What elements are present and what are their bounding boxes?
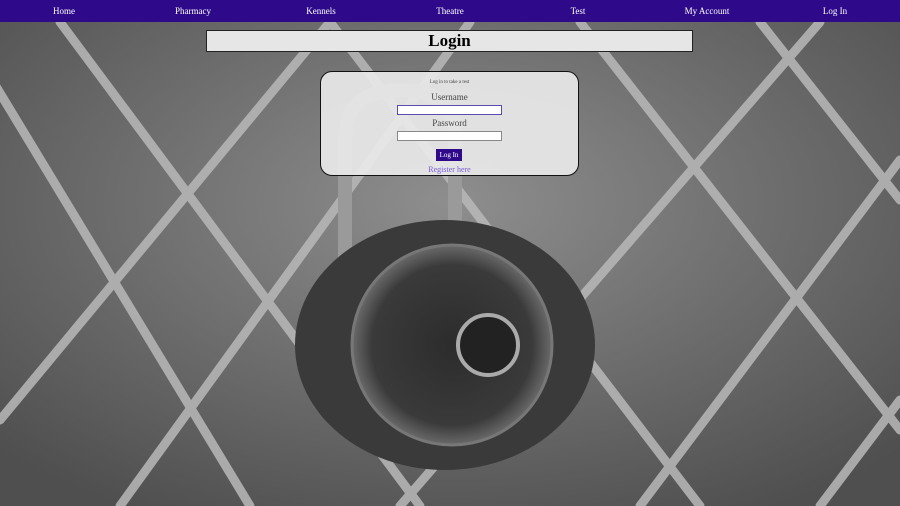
login-button[interactable]: Log In (436, 149, 462, 161)
login-hint: Log in to take a test (429, 80, 470, 85)
nav-pharmacy[interactable]: Pharmacy (175, 0, 211, 22)
username-label: Username (431, 92, 468, 102)
nav-theatre[interactable]: Theatre (436, 0, 463, 22)
register-link[interactable]: Register here (321, 165, 578, 174)
password-label: Password (432, 118, 467, 128)
nav-kennels[interactable]: Kennels (306, 0, 336, 22)
nav-log-in[interactable]: Log In (823, 0, 847, 22)
nav-my-account[interactable]: My Account (685, 0, 730, 22)
nav-test[interactable]: Test (571, 0, 586, 22)
page-title: Login (206, 30, 693, 52)
nav-home[interactable]: Home (53, 0, 75, 22)
login-form: Log in to take a test Username Password … (320, 71, 579, 176)
password-input[interactable] (397, 131, 502, 141)
top-navbar: Home Pharmacy Kennels Theatre Test My Ac… (0, 0, 900, 22)
username-input[interactable] (397, 105, 502, 115)
